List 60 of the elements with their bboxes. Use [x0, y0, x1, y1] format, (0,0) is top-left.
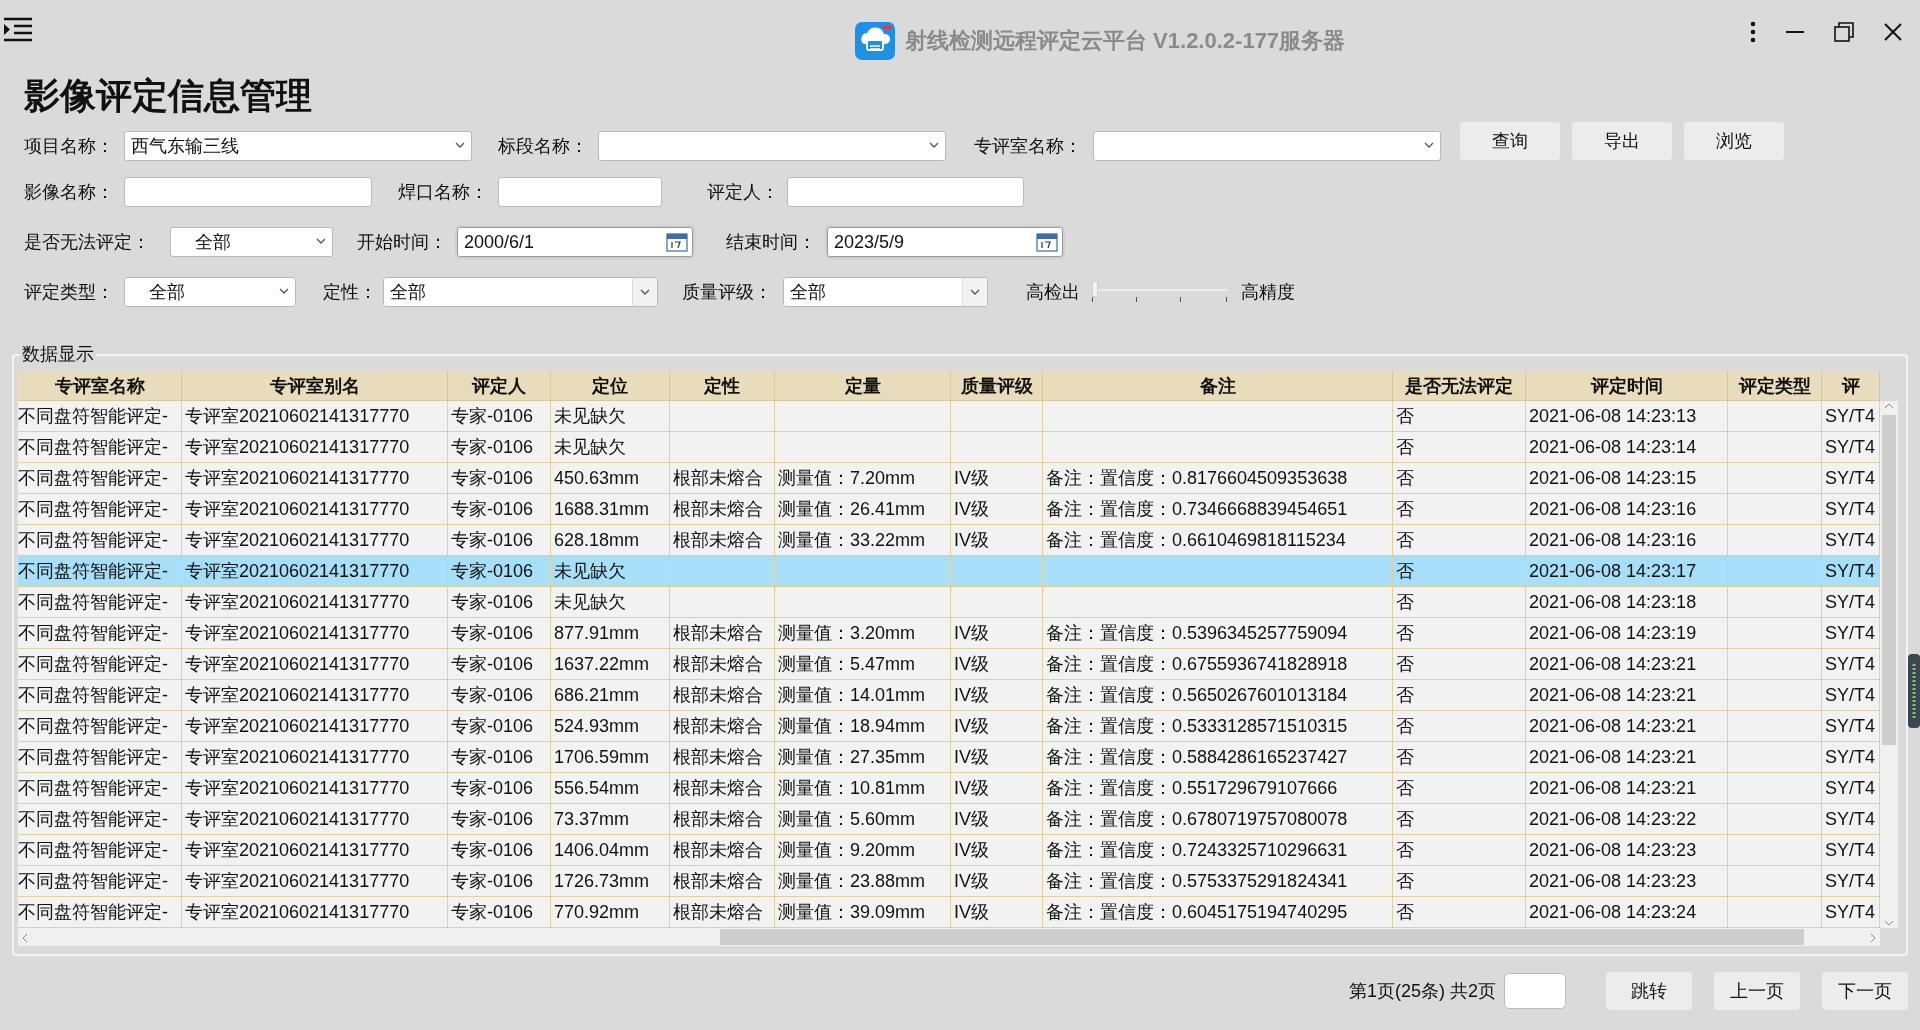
column-header[interactable]: 定量	[775, 371, 951, 401]
column-header[interactable]: 是否无法评定	[1393, 371, 1526, 401]
page-info: 第1页(25条) 共2页	[1348, 980, 1496, 1003]
table-row[interactable]: 不同盘符智能评定- 专评室20210602141317770 专家-0106 1688.31mm 根部未熔合 测量值：26.41mm IV级 备注：置信度：0.7346668839454651 否 2021-06-08 14:23:16 SY/T4	[18, 494, 1880, 525]
column-header[interactable]: 定位	[551, 371, 670, 401]
window-title: 射线检测远程评定云平台 V1.2.0.2-177服务器	[905, 27, 1346, 55]
field-label: 质量评级：	[682, 281, 773, 304]
field-label: 评定人：	[707, 181, 780, 204]
table-row[interactable]: 不同盘符智能评定- 专评室20210602141317770 专家-0106 未见缺欠 否 2021-06-08 14:23:17 SY/T4	[18, 556, 1880, 587]
column-header[interactable]: 质量评级	[951, 371, 1043, 401]
date-field[interactable]: 2000/6/1	[457, 227, 693, 257]
table-row[interactable]: 不同盘符智能评定- 专评室20210602141317770 专家-0106 未见缺欠 否 2021-06-08 14:23:18 SY/T4	[18, 587, 1880, 618]
column-header[interactable]: 定性	[670, 371, 775, 401]
page-title: 影像评定信息管理	[24, 74, 312, 118]
table-row[interactable]: 不同盘符智能评定- 专评室20210602141317770 专家-0106 556.54mm 根部未熔合 测量值：10.81mm IV级 备注：置信度：0.551729679107666 否 2021-06-08 14:23:21 SY/T4	[18, 773, 1880, 804]
table-row[interactable]: 不同盘符智能评定- 专评室20210602141317770 专家-0106 1706.59mm 根部未熔合 测量值：27.35mm IV级 备注：置信度：0.5884286165237427 否 2021-06-08 14:23:21 SY/T4	[18, 742, 1880, 773]
column-header[interactable]: 评定类型	[1728, 371, 1822, 401]
dropdown[interactable]: 西气东输三线	[124, 131, 472, 161]
column-header[interactable]: 专评室别名	[182, 371, 448, 401]
field-label: 开始时间：	[357, 231, 448, 254]
group-title: 数据显示	[20, 342, 96, 366]
action-button[interactable]: 浏览	[1684, 122, 1784, 160]
table-row[interactable]: 不同盘符智能评定- 专评室20210602141317770 专家-0106 1406.04mm 根部未熔合 测量值：9.20mm IV级 备注：置信度：0.7243325710296631 否 2021-06-08 14:23:23 SY/T4	[18, 835, 1880, 866]
table-row[interactable]: 不同盘符智能评定- 专评室20210602141317770 专家-0106 524.93mm 根部未熔合 测量值：18.94mm IV级 备注：置信度：0.5333128571510315 否 2021-06-08 14:23:21 SY/T4	[18, 711, 1880, 742]
column-header[interactable]: 评	[1822, 371, 1880, 401]
pager-button[interactable]: 上一页	[1714, 972, 1800, 1010]
field-label: 焊口名称：	[398, 181, 489, 204]
table-row[interactable]: 不同盘符智能评定- 专评室20210602141317770 专家-0106 73.37mm 根部未熔合 测量值：5.60mm IV级 备注：置信度：0.6780719757080078 否 2021-06-08 14:23:22 SY/T4	[18, 804, 1880, 835]
table-row[interactable]: 不同盘符智能评定- 专评室20210602141317770 专家-0106 未见缺欠 否 2021-06-08 14:23:14 SY/T4	[18, 432, 1880, 463]
action-button[interactable]: 导出	[1572, 122, 1672, 160]
dropdown[interactable]: 全部	[783, 277, 988, 307]
column-header[interactable]: 评定人	[448, 371, 551, 401]
table-row[interactable]: 不同盘符智能评定- 专评室20210602141317770 专家-0106 628.18mm 根部未熔合 测量值：33.22mm IV级 备注：置信度：0.6610469818115234 否 2021-06-08 14:23:16 SY/T4	[18, 525, 1880, 556]
field-label: 项目名称：	[24, 135, 115, 158]
column-header[interactable]: 备注	[1043, 371, 1393, 401]
table-row[interactable]: 不同盘符智能评定- 专评室20210602141317770 专家-0106 1637.22mm 根部未熔合 测量值：5.47mm IV级 备注：置信度：0.6755936741828918 否 2021-06-08 14:23:21 SY/T4	[18, 649, 1880, 680]
field-label: 标段名称：	[498, 135, 589, 158]
column-header[interactable]: 专评室名称	[18, 371, 182, 401]
table-row[interactable]: 不同盘符智能评定- 专评室20210602141317770 专家-0106 1726.73mm 根部未熔合 测量值：23.88mm IV级 备注：置信度：0.5753375291824341 否 2021-06-08 14:23:23 SY/T4	[18, 866, 1880, 897]
field-label: 结束时间：	[726, 231, 817, 254]
table-row[interactable]: 不同盘符智能评定- 专评室20210602141317770 专家-0106 未见缺欠 否 2021-06-08 14:23:13 SY/T4	[18, 401, 1880, 432]
pager-button[interactable]: 跳转	[1606, 972, 1692, 1010]
dropdown[interactable]: 全部	[383, 277, 658, 307]
table-row[interactable]: 不同盘符智能评定- 专评室20210602141317770 专家-0106 770.92mm 根部未熔合 测量值：39.09mm IV级 备注：置信度：0.6045175194740295 否 2021-06-08 14:23:24 SY/T4	[18, 897, 1880, 928]
field-label: 评定类型：	[24, 281, 115, 304]
field-label: 定性：	[323, 281, 378, 304]
slider-label: 高精度	[1241, 281, 1295, 304]
table-row[interactable]: 不同盘符智能评定- 专评室20210602141317770 专家-0106 450.63mm 根部未熔合 测量值：7.20mm IV级 备注：置信度：0.8176604509353638 否 2021-06-08 14:23:15 SY/T4	[18, 463, 1880, 494]
dropdown[interactable]: 全部	[124, 277, 296, 307]
field-label: 是否无法评定：	[24, 231, 151, 254]
action-button[interactable]: 查询	[1460, 122, 1560, 160]
dropdown[interactable]: 全部	[170, 227, 333, 257]
column-header[interactable]: 评定时间	[1526, 371, 1728, 401]
slider-label: 高检出	[1026, 281, 1080, 304]
field-label: 专评室名称：	[974, 135, 1083, 158]
pager-button[interactable]: 下一页	[1822, 972, 1908, 1010]
date-field[interactable]: 2023/5/9	[827, 227, 1063, 257]
field-label: 影像名称：	[24, 181, 115, 204]
table-row[interactable]: 不同盘符智能评定- 专评室20210602141317770 专家-0106 877.91mm 根部未熔合 测量值：3.20mm IV级 备注：置信度：0.5396345257759094 否 2021-06-08 14:23:19 SY/T4	[18, 618, 1880, 649]
table-row[interactable]: 不同盘符智能评定- 专评室20210602141317770 专家-0106 686.21mm 根部未熔合 测量值：14.01mm IV级 备注：置信度：0.5650267601013184 否 2021-06-08 14:23:21 SY/T4	[18, 680, 1880, 711]
